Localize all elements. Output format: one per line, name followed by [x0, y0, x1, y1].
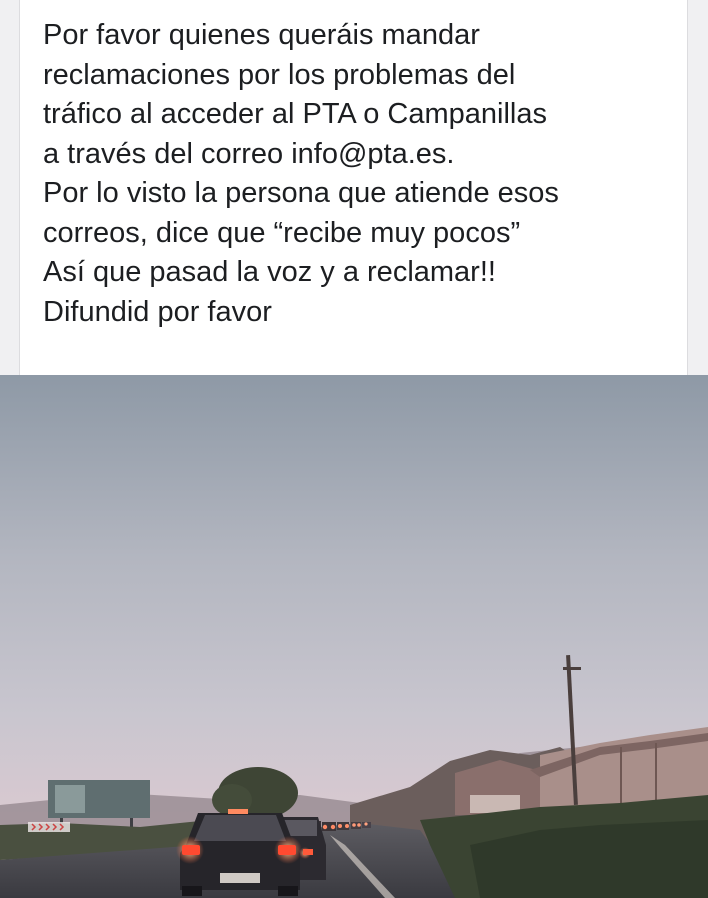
post-photo[interactable]	[0, 375, 708, 898]
chevron-sign	[28, 822, 70, 832]
post-card: Por favor quienes queráis mandar reclama…	[19, 0, 688, 375]
post-text-line: a través del correo info@pta.es.	[43, 137, 455, 170]
post-text-line: Por lo visto la persona que atiende esos	[43, 177, 559, 209]
traffic-jam-photo	[0, 375, 708, 898]
post-text-line: Así que pasad la voz y a reclamar!!	[43, 256, 496, 288]
post-text-line: reclamaciones por los problemas del	[43, 58, 516, 91]
post-text-line: Por favor quienes queráis mandar	[43, 19, 480, 51]
post-text-line: correos, dice que “recibe muy pocos”	[43, 216, 521, 249]
lead-car	[176, 809, 302, 896]
post-text-line: Difundid por favor	[43, 295, 272, 328]
post-text-line: tráfico al acceder al PTA o Campanillas	[43, 98, 547, 130]
post-text: Por favor quienes queráis mandar reclama…	[43, 16, 683, 332]
